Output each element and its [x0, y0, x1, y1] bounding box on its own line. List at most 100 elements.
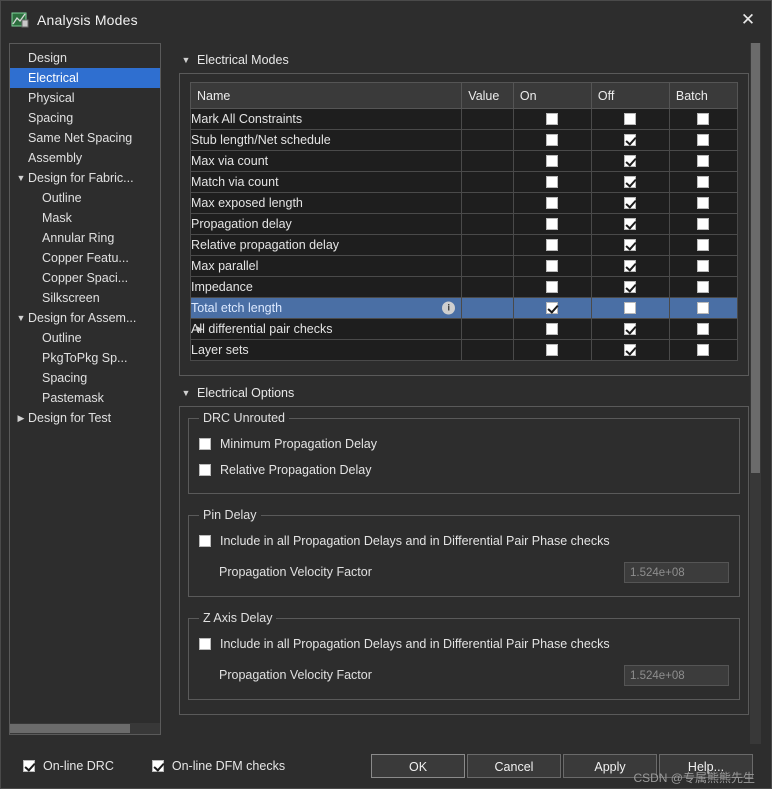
mode-off-checkbox[interactable]: [624, 302, 637, 314]
mode-on-checkbox[interactable]: [546, 260, 559, 272]
mode-name-cell[interactable]: Stub length/Net schedule: [189, 129, 463, 151]
column-header-value[interactable]: Value: [461, 82, 514, 109]
mode-off-checkbox[interactable]: [624, 260, 637, 272]
mode-off-cell[interactable]: [590, 129, 670, 151]
mode-on-cell[interactable]: [512, 276, 592, 298]
chevron-down-icon[interactable]: [14, 308, 28, 328]
mode-batch-cell[interactable]: [668, 234, 739, 256]
mode-batch-cell[interactable]: [668, 318, 739, 340]
mode-name-cell[interactable]: Max exposed length: [189, 192, 463, 214]
tree-item-annular-ring[interactable]: Annular Ring: [10, 228, 160, 248]
mode-batch-cell[interactable]: [668, 129, 739, 151]
mode-on-checkbox[interactable]: [546, 302, 559, 314]
mode-on-checkbox[interactable]: [546, 344, 559, 356]
electrical-options-header[interactable]: Electrical Options: [179, 382, 749, 404]
tree-item-outline[interactable]: Outline: [10, 188, 160, 208]
z-axis-velocity-input[interactable]: 1.524e+08: [624, 664, 729, 686]
mode-batch-cell[interactable]: [668, 297, 739, 319]
mode-on-cell[interactable]: [512, 255, 592, 277]
mode-name-cell[interactable]: Max parallel: [189, 255, 463, 277]
mode-on-checkbox[interactable]: [546, 197, 559, 209]
mode-on-checkbox[interactable]: [546, 113, 559, 125]
mode-value-cell[interactable]: [461, 108, 514, 130]
mode-off-checkbox[interactable]: [624, 218, 637, 230]
mode-off-checkbox[interactable]: [624, 323, 637, 335]
mode-on-cell[interactable]: [512, 234, 592, 256]
tree-item-design[interactable]: Design: [10, 48, 160, 68]
chevron-down-icon[interactable]: [179, 55, 193, 65]
mode-off-checkbox[interactable]: [624, 239, 637, 251]
tree-item-design-for-assem[interactable]: Design for Assem...: [10, 308, 160, 328]
chevron-right-icon[interactable]: [14, 408, 28, 428]
right-panel-scrollbar[interactable]: [750, 43, 761, 744]
mode-value-cell[interactable]: [461, 171, 514, 193]
mode-name-cell[interactable]: Match via count: [189, 171, 463, 193]
table-row[interactable]: Max exposed length: [189, 192, 739, 214]
tree-item-physical[interactable]: Physical: [10, 88, 160, 108]
mode-batch-cell[interactable]: [668, 339, 739, 361]
mode-batch-checkbox[interactable]: [697, 218, 710, 230]
tree-item-design-for-fabric[interactable]: Design for Fabric...: [10, 168, 160, 188]
mode-off-checkbox[interactable]: [624, 281, 637, 293]
mode-on-checkbox[interactable]: [546, 218, 559, 230]
column-header-off[interactable]: Off: [590, 82, 670, 109]
mode-batch-cell[interactable]: [668, 213, 739, 235]
option-relative-propagation-delay[interactable]: Relative Propagation Delay: [199, 457, 729, 483]
table-row[interactable]: Layer sets: [189, 339, 739, 361]
tree-hscroll-thumb[interactable]: [10, 724, 130, 733]
minimum-propagation-delay-checkbox[interactable]: [199, 438, 211, 450]
mode-off-checkbox[interactable]: [624, 176, 637, 188]
mode-off-checkbox[interactable]: [624, 113, 637, 125]
mode-name-cell[interactable]: Relative propagation delay: [189, 234, 463, 256]
online-drc-checkbox[interactable]: [23, 760, 35, 772]
mode-off-checkbox[interactable]: [624, 134, 637, 146]
mode-off-checkbox[interactable]: [624, 197, 637, 209]
mode-batch-cell[interactable]: [668, 150, 739, 172]
mode-on-cell[interactable]: [512, 171, 592, 193]
mode-name-cell[interactable]: Mark All Constraints: [189, 108, 463, 130]
chevron-down-icon[interactable]: [14, 168, 28, 188]
mode-name-cell[interactable]: Total etch length i: [189, 297, 463, 319]
table-row[interactable]: Mark All Constraints: [189, 108, 739, 130]
mode-on-cell[interactable]: [512, 150, 592, 172]
online-drc-option[interactable]: On-line DRC: [23, 759, 114, 773]
table-row[interactable]: Impedance: [189, 276, 739, 298]
tree-item-copper-spaci[interactable]: Copper Spaci...: [10, 268, 160, 288]
mode-value-cell[interactable]: [461, 192, 514, 214]
cancel-button[interactable]: Cancel: [467, 754, 561, 778]
mode-on-checkbox[interactable]: [546, 239, 559, 251]
mode-batch-checkbox[interactable]: [697, 323, 710, 335]
mode-on-cell[interactable]: [512, 318, 592, 340]
mode-batch-cell[interactable]: [668, 255, 739, 277]
mode-on-checkbox[interactable]: [546, 155, 559, 167]
chevron-down-icon[interactable]: [179, 388, 193, 398]
tree-item-outline[interactable]: Outline: [10, 328, 160, 348]
tree-item-assembly[interactable]: Assembly: [10, 148, 160, 168]
mode-value-cell[interactable]: [461, 255, 514, 277]
mode-off-checkbox[interactable]: [624, 344, 637, 356]
mode-on-cell[interactable]: [512, 297, 592, 319]
column-header-batch[interactable]: Batch: [668, 82, 739, 109]
ok-button[interactable]: OK: [371, 754, 465, 778]
electrical-modes-table[interactable]: Name Value On Off Batch Mark All Constraints…: [189, 82, 739, 361]
online-dfm-option[interactable]: On-line DFM checks: [151, 759, 285, 773]
mode-name-cell[interactable]: Max via count: [189, 150, 463, 172]
mode-off-cell[interactable]: [590, 108, 670, 130]
column-header-name[interactable]: Name: [189, 82, 463, 109]
mode-batch-checkbox[interactable]: [697, 260, 710, 272]
mode-value-cell[interactable]: [461, 213, 514, 235]
option-pin-delay-include[interactable]: Include in all Propagation Delays and in…: [199, 528, 729, 554]
tree-item-pkgtopkg-sp[interactable]: PkgToPkg Sp...: [10, 348, 160, 368]
mode-name-cell[interactable]: Impedance: [189, 276, 463, 298]
mode-on-cell[interactable]: [512, 339, 592, 361]
mode-off-cell[interactable]: [590, 192, 670, 214]
table-row[interactable]: Max parallel: [189, 255, 739, 277]
mode-on-cell[interactable]: [512, 192, 592, 214]
mode-batch-checkbox[interactable]: [697, 176, 710, 188]
tree-item-design-for-test[interactable]: Design for Test: [10, 408, 160, 428]
mode-name-cell[interactable]: Propagation delay: [189, 213, 463, 235]
category-tree[interactable]: Design Electrical Physical Spacing Same Net …: [9, 43, 161, 735]
close-icon[interactable]: ✕: [725, 1, 771, 39]
electrical-modes-header[interactable]: Electrical Modes: [179, 49, 749, 71]
mode-on-checkbox[interactable]: [546, 176, 559, 188]
